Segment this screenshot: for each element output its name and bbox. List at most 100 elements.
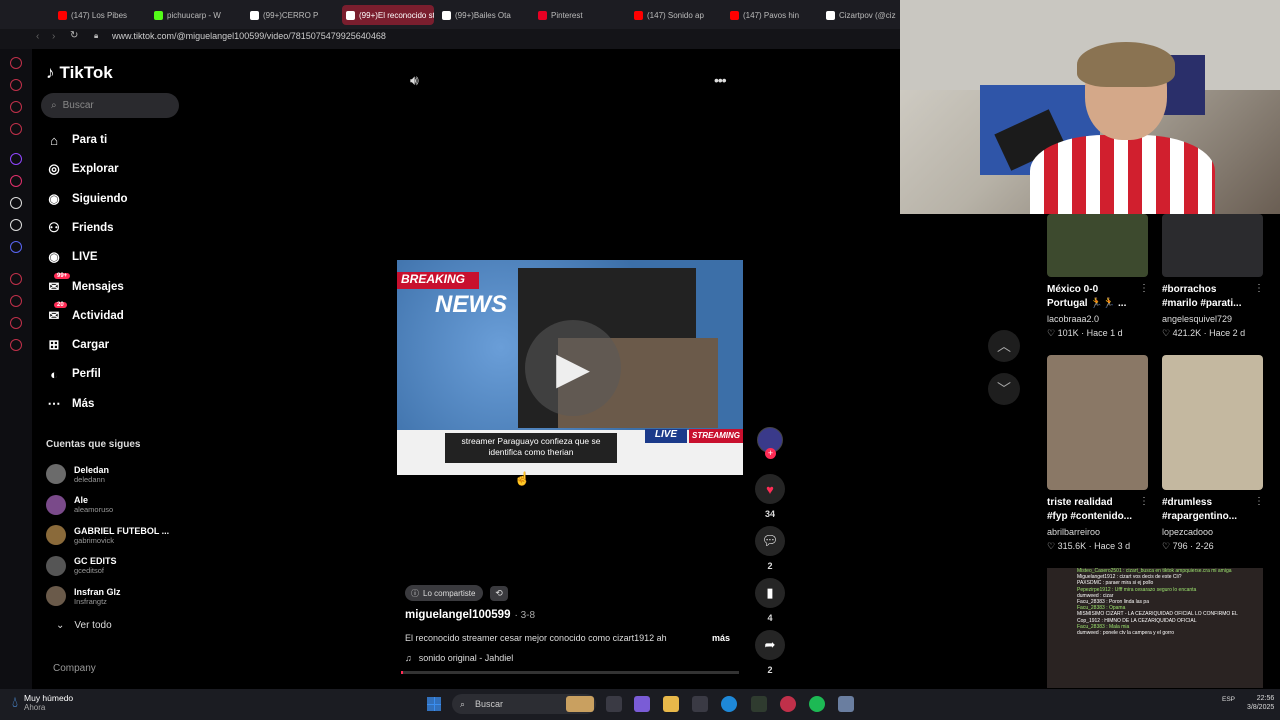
more-link[interactable]: más [712,633,730,643]
play-button[interactable]: ▶ [525,320,621,416]
sidebar-app-icon[interactable] [10,317,22,329]
nav-item-mensajes[interactable]: ✉ 99+ Mensajes [46,272,124,298]
browser-tab[interactable]: (147) Pavos hin [726,5,818,25]
see-all-link[interactable]: ⌄ Ver todo [56,620,112,631]
nav-item-perfil[interactable]: ◐ Perfil [46,363,101,385]
browser-tab[interactable]: (99+)El reconocido st [342,5,434,25]
more-options-icon[interactable]: ⋮ [1254,496,1264,507]
progress-bar[interactable] [401,671,739,674]
browser-tab[interactable]: (99+)CERRO P [246,5,338,25]
settings-icon[interactable] [10,339,22,351]
more-options-icon[interactable]: ⋮ [1139,283,1149,294]
share-button[interactable]: ➦ [755,630,785,660]
reload-icon[interactable]: ↻ [70,30,78,41]
video-author[interactable]: abrilbarreiroo [1047,527,1100,537]
nav-label: Explorar [72,163,119,176]
nav-item-siguiendo[interactable]: ◉ Siguiendo [46,188,127,210]
company-link[interactable]: Company [53,663,96,674]
more-options-icon[interactable]: ⋮ [1139,496,1149,507]
more-options-icon[interactable]: ⋮ [1254,283,1264,294]
comment-button[interactable]: 💬︎ [755,526,785,556]
chevron-down-icon: ﹀ [997,381,1011,397]
separator: · [1201,328,1210,338]
opera-gx-icon[interactable] [780,696,796,712]
followed-account[interactable]: GABRIEL FUTEBOL ... gabrimovick [46,521,186,549]
store-icon[interactable] [692,696,708,712]
nav-item-para-ti[interactable]: ⌂ Para ti [46,129,107,151]
sidebar-app-icon[interactable] [10,273,22,285]
video-player[interactable]: BREAKING NEWS ▶ streamer Paraguayo confi… [397,260,743,475]
sidebar-app-icon[interactable] [10,123,22,135]
video-age: Hace 3 d [1094,541,1131,551]
repost-button[interactable]: ⟲ [490,586,508,601]
video-title[interactable]: #borrachos #marilo #parati... [1162,283,1247,311]
follow-plus-icon[interactable]: + [765,448,776,459]
video-thumbnail[interactable] [1047,214,1148,277]
app-icon[interactable] [751,696,767,712]
notepad-icon[interactable] [838,696,854,712]
twitch-icon[interactable] [10,153,22,165]
nav-item-friends[interactable]: ⚇ Friends [46,217,113,239]
bookmark-icon: ▮ [766,585,774,600]
video-author[interactable]: lacobraaa2.0 [1047,314,1099,324]
sidebar-app-icon[interactable] [10,79,22,91]
history-icon[interactable] [10,295,22,307]
followed-account[interactable]: Ale aleamoruso [46,491,186,519]
clock[interactable]: 22:56 3/8/2025 [1247,694,1274,712]
instagram-icon[interactable] [10,175,22,187]
volume-icon[interactable]: 🔊︎ [410,72,419,89]
video-thumbnail[interactable] [1047,355,1148,490]
x-icon[interactable] [10,219,22,231]
more-options-icon[interactable]: ••• [714,72,727,88]
video-age: Hace 1 d [1086,328,1123,338]
task-view-icon[interactable] [606,696,622,712]
search-input[interactable]: ⌕ Buscar [41,93,179,118]
weather-widget[interactable]: 💧︎ Muy húmedo Ahora [12,693,73,712]
start-button[interactable] [427,697,441,711]
account-name: Insfran Glz [74,586,121,597]
back-icon[interactable]: ‹ [36,31,39,42]
like-button[interactable]: ♥ [755,474,785,504]
nav-item-live[interactable]: ◉ LIVE [46,246,97,268]
nav-item-actividad[interactable]: ✉ 20 Actividad [46,301,124,327]
followed-account[interactable]: Deledan deledann [46,460,186,488]
spotify-icon[interactable] [809,696,825,712]
previous-video-button[interactable]: ︿ [988,330,1020,362]
video-title[interactable]: México 0-0 Portugal 🏃🏃 ... [1047,283,1132,311]
discord-icon[interactable] [10,241,22,253]
nav-item-cargar[interactable]: ⊞ Cargar [46,334,110,356]
heart-icon: ♡ [1162,328,1173,338]
copilot-icon[interactable] [634,696,650,712]
tiktok-logo[interactable]: ♪ TikTok [46,63,113,83]
video-title[interactable]: #drumless #rapargentino... [1162,496,1247,524]
browser-tab[interactable]: (147) Los Pibes [54,5,146,25]
browser-tab[interactable]: (99+)Bailes Ota [438,5,530,25]
video-author[interactable]: angelesquivel729 [1162,314,1232,324]
browser-tab[interactable]: (147) Sonido ap [630,5,722,25]
save-button[interactable]: ▮ [755,578,785,608]
sidebar-app-icon[interactable] [10,57,22,69]
nav-item-m-s[interactable]: ⋯ Más [46,393,95,415]
edge-icon[interactable] [721,696,737,712]
browser-tab[interactable]: pichuucarp - W [150,5,242,25]
video-author[interactable]: lopezcadooo [1162,527,1213,537]
browser-tab[interactable]: Pinterest [534,5,626,25]
tiktok-icon[interactable] [10,197,22,209]
video-title[interactable]: triste realidad #fyp #contenido... [1047,496,1132,524]
sidebar-app-icon[interactable] [10,101,22,113]
file-explorer-icon[interactable] [663,696,679,712]
followed-account[interactable]: GC EDITS gceditsof [46,552,186,580]
nav-item-explorar[interactable]: ◎ Explorar [46,158,119,180]
video-thumbnail[interactable] [1162,214,1263,277]
url-text[interactable]: www.tiktok.com/@miguelangel100599/video/… [112,31,386,41]
followed-account[interactable]: Insfran Glz Insfrangtz [46,582,186,610]
video-author[interactable]: miguelangel100599 · 3-8 [405,609,535,621]
next-video-button[interactable]: ﹀ [988,373,1020,405]
language-indicator[interactable]: ESP [1222,696,1235,703]
forward-icon[interactable]: › [52,31,55,42]
shared-badge: ⓘ Lo compartiste [405,585,484,601]
video-thumbnail[interactable] [1162,355,1263,490]
comment-count: 2 [767,561,773,571]
sound-link[interactable]: ♫ sonido original - Jahdiel [405,653,513,663]
like-count: 101K [1057,328,1079,338]
